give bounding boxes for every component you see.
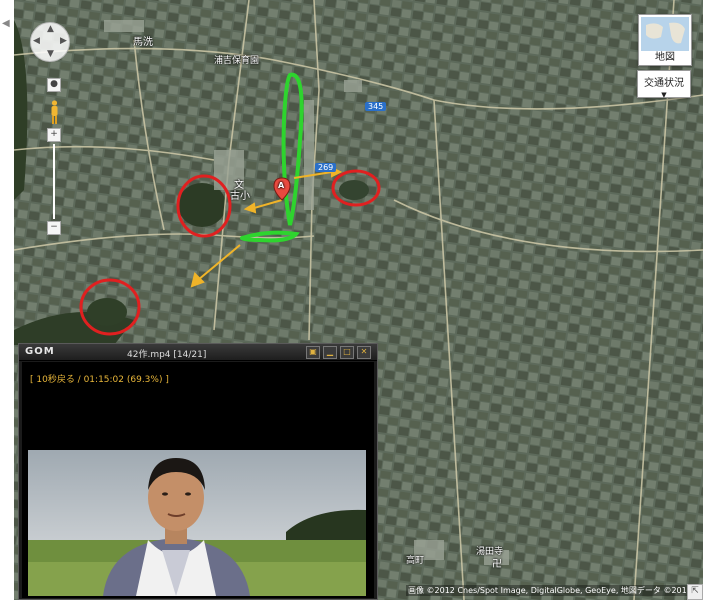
- minimize-button[interactable]: ▁: [323, 346, 337, 359]
- map-type-button[interactable]: 地図: [638, 14, 692, 66]
- player-titlebar[interactable]: GOM 42作.mp4 [14/21] ▣ ▁ □ ✕: [19, 344, 377, 361]
- pan-down-icon[interactable]: ▼: [47, 49, 54, 59]
- pan-left-icon[interactable]: ◀: [33, 36, 40, 46]
- map-copyright: 画像 ©2012 Cnes/Spot Image, DigitalGlobe, …: [406, 585, 703, 596]
- left-panel-strip: ◀: [0, 0, 15, 600]
- maximize-button[interactable]: □: [340, 346, 354, 359]
- close-button[interactable]: ✕: [357, 346, 371, 359]
- zoom-out-button[interactable]: −: [47, 221, 61, 235]
- resize-corner-icon[interactable]: ⇱: [687, 584, 703, 600]
- zoom-slider[interactable]: [53, 144, 55, 219]
- route-shield: 345: [365, 102, 387, 111]
- player-title: 42作.mp4 [14/21]: [127, 350, 207, 360]
- video-screen[interactable]: [ 10秒戻る / 01:15:02 (69.3%) ]: [22, 362, 374, 598]
- map-type-label: 地図: [655, 52, 675, 63]
- map-thumbnail: [641, 17, 689, 51]
- pan-control[interactable]: ▲ ▼ ◀ ▶: [30, 22, 70, 62]
- collapse-arrow-icon[interactable]: ◀: [2, 18, 10, 29]
- place-label: 浦吉保育園: [214, 56, 260, 66]
- place-label: 古小: [230, 191, 250, 202]
- reset-icon[interactable]: ●: [47, 78, 61, 92]
- chevron-down-icon: ▼: [661, 91, 667, 99]
- pan-right-icon[interactable]: ▶: [60, 36, 67, 46]
- playlist-icon[interactable]: ▣: [306, 346, 320, 359]
- marker-letter: A: [278, 181, 285, 190]
- video-frame: [28, 450, 366, 596]
- place-label: 湯田寺: [476, 547, 504, 557]
- route-shield: 269: [315, 163, 337, 172]
- place-label: 馬洗: [133, 37, 153, 48]
- zoom-in-button[interactable]: +: [47, 128, 61, 142]
- traffic-label: 交通状況: [644, 78, 684, 89]
- traffic-button[interactable]: 交通状況 ▼: [637, 70, 691, 99]
- playback-osd: [ 10秒戻る / 01:15:02 (69.3%) ]: [30, 375, 169, 385]
- gom-player-window[interactable]: GOM 42作.mp4 [14/21] ▣ ▁ □ ✕ [ 10秒戻る / 01…: [18, 343, 378, 600]
- pan-up-icon[interactable]: ▲: [47, 24, 54, 34]
- player-logo: GOM: [25, 346, 55, 357]
- temple-icon: 卍: [492, 559, 502, 570]
- pegman-icon[interactable]: [50, 100, 59, 126]
- place-label: 高町: [406, 556, 425, 566]
